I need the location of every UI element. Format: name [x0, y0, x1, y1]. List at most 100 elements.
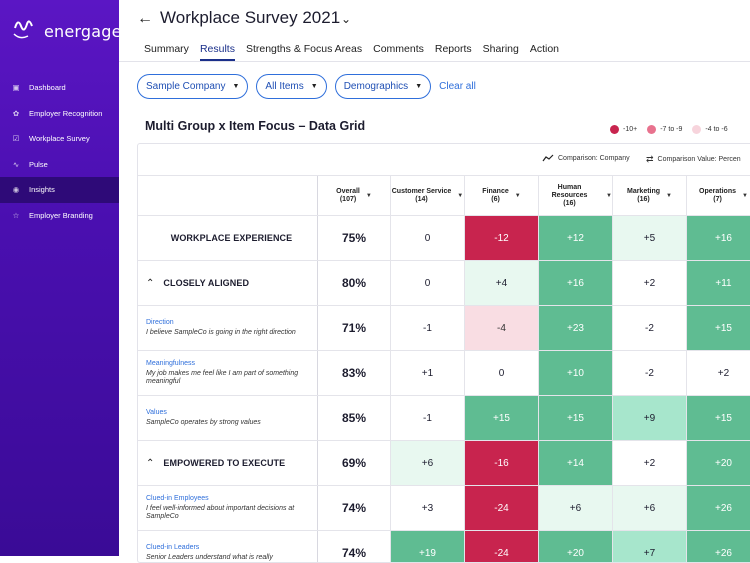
value-cell[interactable]: -24 — [465, 531, 539, 562]
company-filter[interactable]: Sample Company ▼ — [137, 74, 249, 99]
value-cell[interactable]: +14 — [539, 441, 613, 485]
chevron-up-icon[interactable]: ⌃ — [146, 458, 154, 469]
value-cell[interactable]: +6 — [613, 486, 687, 530]
chevron-up-icon[interactable]: ⌃ — [146, 278, 154, 289]
value-cell[interactable]: +4 — [465, 261, 539, 305]
column-header-customer-service[interactable]: Customer Service (14) ▼ — [391, 176, 465, 215]
value-cell[interactable]: +9 — [613, 396, 687, 440]
sort-caret-icon[interactable]: ▼ — [606, 192, 612, 200]
sidebar-item-label: Pulse — [29, 159, 48, 169]
column-header-finance[interactable]: Finance (6) ▼ — [465, 176, 539, 215]
item-row: Clued-in Leaders Senior Leaders understan… — [138, 530, 750, 562]
sidebar-item-employer-recognition[interactable]: ✿ Employer Recognition — [0, 101, 119, 127]
value-cell[interactable]: -4 — [465, 306, 539, 350]
sort-caret-icon[interactable]: ▼ — [742, 192, 748, 200]
item-link[interactable]: Values — [146, 409, 167, 416]
value-cell[interactable]: -2 — [613, 351, 687, 395]
overall-cell[interactable]: 80% — [318, 261, 391, 305]
tab-strengths-focus-areas[interactable]: Strengths & Focus Areas — [246, 43, 362, 61]
item-link[interactable]: Clued-in Leaders — [146, 544, 199, 551]
back-arrow-icon[interactable]: ← — [137, 10, 153, 28]
overall-cell[interactable]: 83% — [318, 351, 391, 395]
sidebar-nav: ▣ Dashboard ✿ Employer Recognition ☑ Workplac… — [0, 75, 119, 228]
value-cell[interactable]: 0 — [391, 261, 465, 305]
energage-logo[interactable]: energage — [12, 12, 121, 50]
clear-all-link[interactable]: Clear all — [439, 81, 476, 92]
value-cell[interactable]: +2 — [687, 351, 750, 395]
sidebar-item-workplace-survey[interactable]: ☑ Workplace Survey — [0, 126, 119, 152]
sidebar-item-insights[interactable]: ◉ Insights — [0, 177, 119, 203]
row-label-cell[interactable]: ⌃ EMPOWERED TO EXECUTE — [138, 441, 318, 485]
overall-cell[interactable]: 69% — [318, 441, 391, 485]
value-cell[interactable]: 0 — [391, 216, 465, 260]
sidebar-item-dashboard[interactable]: ▣ Dashboard — [0, 75, 119, 101]
trend-icon — [542, 154, 554, 162]
value-cell[interactable]: 0 — [465, 351, 539, 395]
items-filter[interactable]: All Items ▼ — [256, 74, 327, 99]
value-cell[interactable]: +11 — [687, 261, 750, 305]
value-cell[interactable]: -2 — [613, 306, 687, 350]
value-cell[interactable]: -24 — [465, 486, 539, 530]
column-header-human-resources[interactable]: Human Resources (16) ▼ — [539, 176, 613, 215]
sort-caret-icon[interactable]: ▼ — [366, 192, 372, 200]
value-cell[interactable]: +20 — [539, 531, 613, 562]
tab-results[interactable]: Results — [199, 43, 235, 61]
item-link[interactable]: Clued-in Employees — [146, 495, 209, 502]
value-cell[interactable]: +15 — [539, 396, 613, 440]
column-count: (7) — [713, 195, 722, 203]
title-dropdown-chevron-icon[interactable]: ⌄ — [341, 12, 351, 26]
value-cell[interactable]: +5 — [613, 216, 687, 260]
value-cell[interactable]: +26 — [687, 531, 750, 562]
sidebar-item-pulse[interactable]: ∿ Pulse — [0, 152, 119, 178]
column-header-marketing[interactable]: Marketing (16) ▼ — [613, 176, 687, 215]
tab-summary[interactable]: Summary — [144, 43, 189, 61]
column-header-operations[interactable]: Operations (7) ▼ — [687, 176, 750, 215]
value-cell[interactable]: -16 — [465, 441, 539, 485]
value-cell[interactable]: +12 — [539, 216, 613, 260]
sort-caret-icon[interactable]: ▼ — [457, 192, 463, 200]
value-cell[interactable]: +20 — [687, 441, 750, 485]
section-label: WORKPLACE EXPERIENCE — [170, 233, 293, 243]
value-cell[interactable]: -1 — [391, 396, 465, 440]
dashboard-icon: ▣ — [12, 83, 20, 93]
column-header-overall[interactable]: Overall (107) ▼ — [318, 176, 391, 215]
tab-action[interactable]: Action — [530, 43, 559, 61]
value-cell[interactable]: +26 — [687, 486, 750, 530]
overall-cell[interactable]: 71% — [318, 306, 391, 350]
overall-cell[interactable]: 75% — [318, 216, 391, 260]
value-cell[interactable]: +23 — [539, 306, 613, 350]
tab-comments[interactable]: Comments — [373, 43, 424, 61]
row-label-cell[interactable]: ⌃ CLOSELY ALIGNED — [138, 261, 318, 305]
value-cell[interactable]: +16 — [539, 261, 613, 305]
caret-down-icon: ▼ — [310, 83, 318, 90]
value-cell[interactable]: +15 — [687, 306, 750, 350]
sidebar-item-employer-branding[interactable]: ☆ Employer Branding — [0, 203, 119, 229]
value-cell[interactable]: +6 — [391, 441, 465, 485]
tab-sharing[interactable]: Sharing — [483, 43, 519, 61]
overall-cell[interactable]: 74% — [318, 531, 391, 562]
value-cell[interactable]: +2 — [613, 261, 687, 305]
sort-caret-icon[interactable]: ▼ — [666, 192, 672, 200]
overall-cell[interactable]: 74% — [318, 486, 391, 530]
value-cell[interactable]: +1 — [391, 351, 465, 395]
sort-caret-icon[interactable]: ▼ — [515, 192, 521, 200]
value-cell[interactable]: +6 — [539, 486, 613, 530]
value-cell[interactable]: +15 — [687, 396, 750, 440]
value-cell[interactable]: +16 — [687, 216, 750, 260]
value-cell[interactable]: +2 — [613, 441, 687, 485]
demographics-filter[interactable]: Demographics ▼ — [334, 74, 432, 99]
value-cell[interactable]: -1 — [391, 306, 465, 350]
comparison-company[interactable]: Comparison: Company — [542, 154, 630, 162]
item-link[interactable]: Direction — [146, 319, 174, 326]
value-cell[interactable]: +3 — [391, 486, 465, 530]
item-link[interactable]: Meaningfulness — [146, 360, 195, 367]
value-cell[interactable]: +15 — [465, 396, 539, 440]
value-cell[interactable]: +7 — [613, 531, 687, 562]
comparison-value[interactable]: ⇄ Comparison Value: Percen — [646, 154, 741, 165]
value-cell[interactable]: +10 — [539, 351, 613, 395]
overall-cell[interactable]: 85% — [318, 396, 391, 440]
column-name: Overall — [336, 187, 360, 195]
value-cell[interactable]: -12 — [465, 216, 539, 260]
value-cell[interactable]: +19 — [391, 531, 465, 562]
tab-reports[interactable]: Reports — [435, 43, 472, 61]
